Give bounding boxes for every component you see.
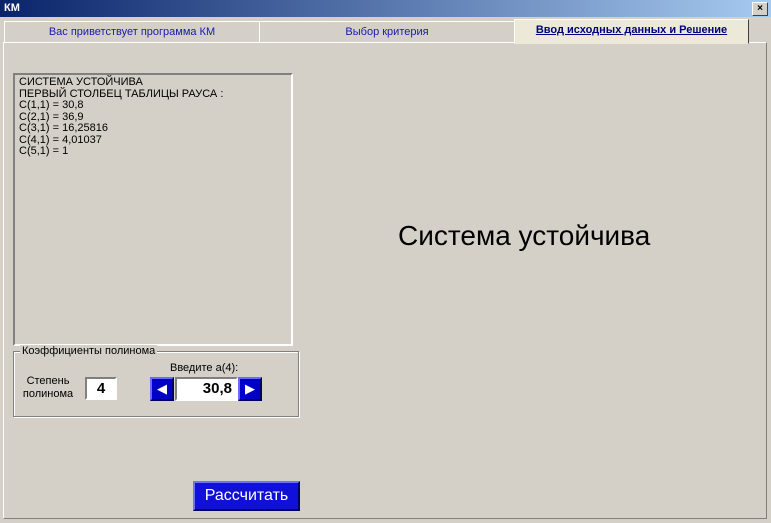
memo-line: C(1,1) = 30,8 <box>19 99 84 111</box>
results-memo[interactable]: СИСТЕМА УСТОЙЧИВА ПЕРВЫЙ СТОЛБЕЦ ТАБЛИЦЫ… <box>13 73 293 346</box>
tab-input-solution-label: Ввод исходных данных и Решение <box>535 24 728 36</box>
degree-label: Степень полинома <box>22 375 74 400</box>
tab-welcome-label: Вас приветствует программа КМ <box>48 26 216 38</box>
coefficient-prompt: Введите a(4): <box>170 362 239 374</box>
next-coefficient-button[interactable]: ▶ <box>238 377 262 401</box>
right-arrow-icon: ▶ <box>245 381 255 396</box>
coefficients-group-legend: Коэффициенты полинома <box>20 345 158 357</box>
tab-criterion[interactable]: Выбор критерия <box>259 21 515 43</box>
degree-input[interactable]: 4 <box>85 377 117 400</box>
close-button[interactable]: × <box>752 2 768 16</box>
calculate-button[interactable]: Рассчитать <box>193 481 300 511</box>
coefficient-input[interactable]: 30,8 <box>175 377 238 401</box>
memo-line: СИСТЕМА УСТОЙЧИВА <box>19 76 143 88</box>
tab-welcome[interactable]: Вас приветствует программа КМ <box>4 21 260 43</box>
left-arrow-icon: ◀ <box>157 381 167 396</box>
title-bar: КМ × <box>0 0 771 17</box>
tab-criterion-label: Выбор критерия <box>345 26 429 38</box>
stability-status: Система устойчива <box>398 220 651 251</box>
memo-line: C(5,1) = 1 <box>19 145 69 157</box>
window-title: КМ <box>4 2 20 14</box>
prev-coefficient-button[interactable]: ◀ <box>150 377 174 401</box>
memo-line: C(3,1) = 16,25816 <box>19 122 108 134</box>
tab-bar: Вас приветствует программа КМ Выбор крит… <box>0 17 771 44</box>
tab-input-solution[interactable]: Ввод исходных данных и Решение <box>514 19 749 44</box>
